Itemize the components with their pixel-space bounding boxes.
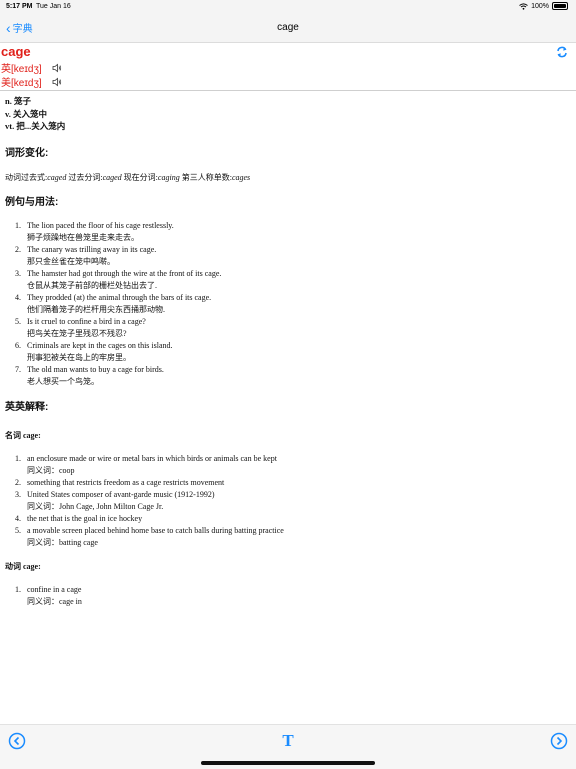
speaker-icon[interactable]	[52, 77, 62, 87]
example-zh: 老人想买一个鸟笼。	[27, 377, 99, 386]
synonyms: 同义词：coop	[27, 466, 75, 475]
font-size-button[interactable]: T	[279, 732, 297, 750]
list-item: 2. something that restricts freedom as a …	[15, 477, 555, 489]
third-form: cages	[231, 173, 251, 182]
word-header: cage 英[keɪdʒ] 美[keɪdʒ]	[0, 43, 576, 89]
battery-percent: 100%	[531, 2, 549, 10]
third-label: 第三人称单数:	[179, 173, 232, 182]
noun-sense-list: 1. an enclosure made or wire or metal bar…	[15, 453, 555, 549]
definitions: n. 笼子 v. 关入笼中 vt. 把...关入笼内	[5, 95, 565, 133]
uk-phonetic: 英[keɪdʒ]	[1, 64, 42, 75]
list-number: 4.	[15, 293, 21, 302]
list-item: 4. They prodded (at) the animal through t…	[15, 292, 555, 316]
example-en: The lion paced the floor of his cage res…	[27, 221, 174, 230]
status-bar: 5:17 PM Tue Jan 16 100%	[0, 0, 576, 14]
uk-pronunciation: 英[keɪdʒ]	[1, 60, 62, 75]
list-item: 3. United States composer of avant-garde …	[15, 489, 555, 513]
list-number: 1.	[15, 585, 21, 594]
prev-circle-icon[interactable]	[8, 732, 26, 750]
example-en: The canary was trilling away in its cage…	[27, 245, 157, 254]
list-item: 1. The lion paced the floor of his cage r…	[15, 220, 555, 244]
example-en: Is it cruel to confine a bird in a cage?	[27, 317, 146, 326]
list-item: 6. Criminals are kept in the cages on thi…	[15, 340, 555, 364]
list-number: 7.	[15, 365, 21, 374]
sense-text: an enclosure made or wire or metal bars …	[27, 454, 277, 463]
definition-line: vt. 把...关入笼内	[5, 121, 66, 131]
list-item: 4. the net that is the goal in ice hockey	[15, 513, 555, 525]
section-title-word-forms: 词形变化:	[5, 148, 49, 159]
prog-form: caging	[157, 173, 180, 182]
next-circle-icon[interactable]	[550, 732, 568, 750]
list-number: 5.	[15, 317, 21, 326]
us-pronunciation: 美[keɪdʒ]	[1, 74, 62, 89]
past-form: caged	[47, 173, 67, 182]
list-number: 2.	[15, 245, 21, 254]
list-item: 5. a movable screen placed behind home ba…	[15, 525, 555, 549]
section-title-examples: 例句与用法:	[5, 197, 59, 208]
battery-icon	[552, 2, 568, 10]
list-number: 3.	[15, 490, 21, 499]
header-divider	[0, 90, 576, 91]
list-item: 1. confine in a cage 同义词：cage in	[15, 584, 555, 608]
sense-text: confine in a cage	[27, 585, 82, 594]
list-item: 5. Is it cruel to confine a bird in a cag…	[15, 316, 555, 340]
list-item: 3. The hamster had got through the wire a…	[15, 268, 555, 292]
headword: cage	[1, 44, 31, 59]
example-en: Criminals are kept in the cages on this …	[27, 341, 173, 350]
synonyms: 同义词：John Cage, John Milton Cage Jr.	[27, 502, 164, 511]
prog-label: 现在分词:	[121, 173, 158, 182]
word-forms: 动词过去式:caged 过去分词:caged 现在分词:caging 第三人称单…	[5, 172, 250, 184]
pp-label: 过去分词:	[66, 173, 103, 182]
list-number: 4.	[15, 514, 21, 523]
list-number: 1.	[15, 221, 21, 230]
us-phonetic: 美[keɪdʒ]	[1, 78, 42, 89]
example-zh: 把鸟关在笼子里残忍不残忍?	[27, 329, 127, 338]
list-number: 1.	[15, 454, 21, 463]
pp-form: caged	[102, 173, 122, 182]
list-number: 6.	[15, 341, 21, 350]
pos-label-noun: 名词 cage:	[5, 431, 41, 440]
refresh-icon[interactable]	[556, 46, 568, 58]
definition-line: n. 笼子	[5, 96, 31, 106]
example-list: 1. The lion paced the floor of his cage r…	[15, 220, 555, 388]
navigation-bar: ‹ 字典 cage	[0, 14, 576, 43]
past-label: 动词过去式:	[5, 173, 48, 182]
verb-sense-list: 1. confine in a cage 同义词：cage in	[15, 584, 555, 608]
list-number: 2.	[15, 478, 21, 487]
example-zh: 那只金丝雀在笼中鸣啭。	[27, 257, 115, 266]
entry-content: n. 笼子 v. 关入笼中 vt. 把...关入笼内 词形变化: 动词过去式:c…	[5, 95, 565, 606]
status-right: 100%	[519, 2, 568, 10]
example-en: The old man wants to buy a cage for bird…	[27, 365, 164, 374]
page-title: cage	[277, 22, 299, 33]
list-item: 2. The canary was trilling away in its ca…	[15, 244, 555, 268]
speaker-icon[interactable]	[52, 63, 62, 73]
sense-text: the net that is the goal in ice hockey	[27, 514, 143, 523]
synonyms: 同义词：cage in	[27, 597, 82, 606]
section-title-english: 英英解释:	[5, 402, 49, 413]
list-number: 3.	[15, 269, 21, 278]
example-zh: 刑事犯被关在岛上的牢房里。	[27, 353, 131, 362]
synonyms: 同义词：batting cage	[27, 538, 98, 547]
list-item: 1. an enclosure made or wire or metal bar…	[15, 453, 555, 477]
example-en: They prodded (at) the animal through the…	[27, 293, 212, 302]
status-date: Tue Jan 16	[36, 3, 71, 10]
wifi-icon	[519, 2, 528, 10]
pos-label-verb: 动词 cage:	[5, 562, 41, 571]
status-time: 5:17 PM	[6, 3, 33, 10]
list-item: 7. The old man wants to buy a cage for bi…	[15, 364, 555, 388]
example-zh: 狮子烦躁地在兽笼里走来走去。	[27, 233, 139, 242]
example-zh: 仓鼠从其笼子前部的栅栏处钻出去了.	[27, 281, 157, 290]
sense-text: something that restricts freedom as a ca…	[27, 478, 225, 487]
sense-text: United States composer of avant-garde mu…	[27, 490, 215, 499]
sense-text: a movable screen placed behind home base…	[27, 526, 284, 535]
definition-line: v. 关入笼中	[5, 108, 48, 119]
list-number: 5.	[15, 526, 21, 535]
home-indicator	[201, 761, 375, 765]
example-zh: 他们隔着笼子的栏杆用尖东西捅那动物.	[27, 305, 165, 314]
example-en: The hamster had got through the wire at …	[27, 269, 222, 278]
